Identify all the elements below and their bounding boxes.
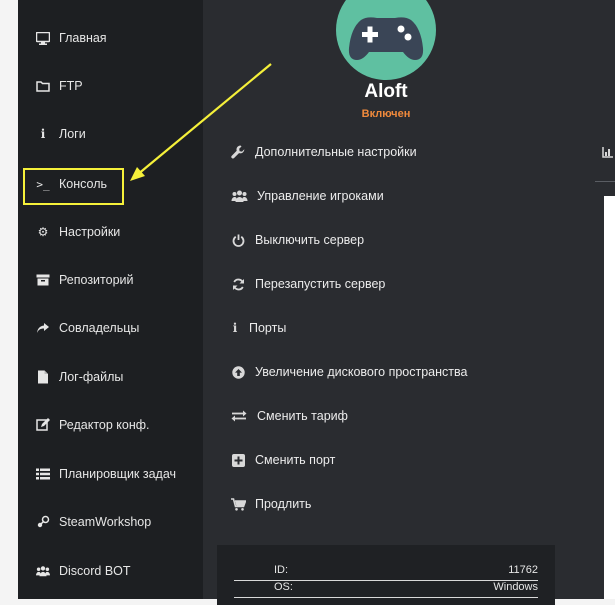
- sidebar-item-settings[interactable]: ⚙ Настройки: [36, 225, 121, 239]
- menu-item-change-port[interactable]: Сменить порт: [230, 452, 335, 468]
- menu-item-label: Увеличение дискового пространства: [255, 365, 468, 379]
- info-value: 11762: [508, 564, 538, 576]
- list-icon: [36, 467, 50, 481]
- sidebar-item-label: Discord BOT: [59, 564, 131, 578]
- sidebar-item-log-files[interactable]: Лог-файлы: [36, 370, 123, 384]
- sidebar-item-ftp[interactable]: FTP: [36, 79, 83, 93]
- sidebar-item-home[interactable]: Главная: [36, 31, 107, 45]
- file-icon: [36, 370, 50, 384]
- sidebar-item-label: FTP: [59, 79, 83, 93]
- console-highlight-box: [23, 168, 124, 205]
- archive-icon: [36, 273, 50, 287]
- menu-item-manage-players[interactable]: Управление игроками: [230, 188, 384, 204]
- menu-item-label: Сменить тариф: [257, 409, 348, 423]
- folder-icon: [36, 79, 50, 93]
- sidebar-item-logs[interactable]: i Логи: [36, 127, 86, 141]
- menu-item-label: Порты: [249, 321, 287, 335]
- sidebar-item-label: Планировщик задач: [59, 467, 177, 481]
- power-icon: [230, 232, 246, 248]
- chart-icon[interactable]: [602, 146, 614, 161]
- menu-item-restart-server[interactable]: Перезапустить сервер: [230, 276, 385, 292]
- divider: [234, 597, 538, 598]
- info-row-id: ID: 11762: [234, 562, 538, 580]
- content-panel: [604, 196, 615, 599]
- users-icon: [230, 188, 248, 204]
- menu-item-stop-server[interactable]: Выключить сервер: [230, 232, 364, 248]
- menu-item-label: Перезапустить сервер: [255, 277, 386, 291]
- server-name: Aloft: [364, 81, 408, 102]
- sidebar-item-repository[interactable]: Репозиторий: [36, 273, 134, 287]
- sidebar-item-label: Главная: [59, 31, 107, 45]
- sidebar-item-task-scheduler[interactable]: Планировщик задач: [36, 467, 176, 481]
- menu-item-change-plan[interactable]: Сменить тариф: [230, 408, 348, 424]
- gamepad-icon: [347, 0, 425, 69]
- menu-item-renew[interactable]: Продлить: [230, 496, 311, 512]
- menu-item-increase-disk-space[interactable]: Увеличение дискового пространства: [230, 364, 467, 380]
- sidebar-item-label: Репозиторий: [59, 273, 134, 287]
- share-icon: [36, 321, 50, 335]
- sidebar-item-co-owners[interactable]: Совладельцы: [36, 321, 139, 335]
- sidebar-item-label: Совладельцы: [59, 321, 140, 335]
- refresh-icon: [230, 276, 246, 292]
- info-row-os: OS: Windows: [234, 579, 538, 597]
- info-icon: i: [232, 321, 238, 335]
- users-icon: [36, 564, 50, 578]
- info-key: OS:: [274, 581, 293, 593]
- edit-icon: [36, 418, 50, 432]
- sidebar-item-discord-bot[interactable]: Discord BOT: [36, 564, 131, 578]
- sidebar-item-config-editor[interactable]: Редактор конф.: [36, 418, 150, 432]
- divider: [595, 181, 615, 182]
- menu-item-advanced-settings[interactable]: Дополнительные настройки: [230, 144, 417, 160]
- arrow-up-circle-icon: [230, 364, 246, 380]
- server-status: Включен: [361, 108, 411, 120]
- gears-icon: ⚙: [37, 225, 49, 239]
- sidebar-item-steam-workshop[interactable]: SteamWorkshop: [36, 515, 151, 529]
- sidebar-item-label: SteamWorkshop: [59, 515, 152, 529]
- wrench-icon: [230, 144, 246, 160]
- plus-square-icon: [230, 452, 246, 468]
- exchange-icon: [230, 408, 248, 424]
- info-key: ID:: [274, 564, 289, 576]
- menu-item-label: Продлить: [255, 497, 312, 511]
- sidebar-item-label: Логи: [59, 127, 86, 141]
- menu-item-label: Выключить сервер: [255, 233, 365, 247]
- sidebar-item-label: Редактор конф.: [59, 418, 150, 432]
- menu-item-label: Сменить порт: [255, 453, 336, 467]
- menu-item-label: Управление игроками: [257, 189, 384, 203]
- cart-icon: [230, 496, 246, 512]
- sidebar-item-label: Настройки: [59, 225, 121, 239]
- steam-icon: [36, 515, 50, 529]
- menu-item-ports[interactable]: i Порты: [230, 320, 287, 336]
- sidebar-item-label: Лог-файлы: [59, 370, 124, 384]
- info-value: Windows: [493, 581, 538, 593]
- server-info-box: ID: 11762 OS: Windows: [217, 545, 555, 605]
- menu-item-label: Дополнительные настройки: [255, 145, 417, 159]
- sidebar: Главная FTP i Логи >_ Консоль ⚙ Настройк…: [18, 0, 203, 599]
- right-panel: [595, 0, 615, 599]
- monitor-icon: [36, 31, 50, 45]
- info-icon: i: [40, 127, 46, 141]
